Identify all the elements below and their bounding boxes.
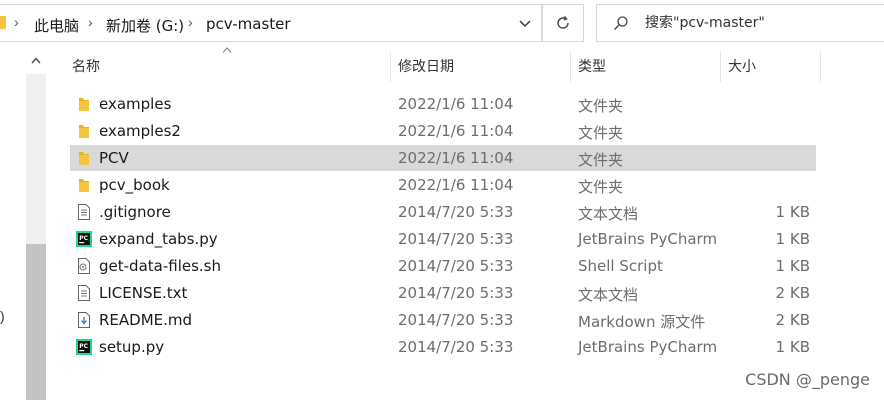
breadcrumb-current-folder[interactable]: pcv-master: [206, 15, 291, 33]
folder-icon: [75, 122, 93, 140]
refresh-icon: [557, 16, 569, 29]
chevron-right-icon[interactable]: ›: [88, 14, 93, 30]
file-modified-date: 2014/7/20 5:33: [398, 257, 514, 275]
file-type: 文件夹: [578, 151, 624, 169]
file-row[interactable]: pcv_book 2022/1/6 11:04 文件夹: [70, 172, 816, 198]
file-name: README.md: [99, 311, 193, 329]
file-type: 文件夹: [578, 124, 624, 142]
file-name: examples2: [99, 122, 181, 140]
column-divider[interactable]: [720, 52, 721, 82]
chevron-right-icon[interactable]: ›: [14, 14, 19, 30]
file-modified-date: 2014/7/20 5:33: [398, 203, 514, 221]
breadcrumb-this-pc[interactable]: 此电脑: [34, 15, 79, 36]
text-file-icon: [75, 203, 93, 221]
file-row[interactable]: examples 2022/1/6 11:04 文件夹: [70, 91, 816, 117]
scrollbar-thumb[interactable]: [26, 244, 46, 400]
file-row[interactable]: get-data-files.sh 2014/7/20 5:33 Shell S…: [70, 253, 816, 279]
search-box[interactable]: [596, 4, 884, 42]
file-name: .gitignore: [99, 203, 171, 221]
file-size: 1 KB: [775, 230, 810, 248]
file-type: 文本文档: [578, 205, 639, 223]
file-row[interactable]: .gitignore 2014/7/20 5:33 文本文档 1 KB: [70, 199, 816, 225]
file-type: 文件夹: [578, 178, 624, 196]
svg-text:PC: PC: [79, 235, 88, 242]
file-type: Shell Script: [578, 257, 663, 275]
column-header-size[interactable]: 大小: [722, 52, 820, 82]
markdown-file-icon: [75, 311, 93, 329]
file-size: 1 KB: [775, 257, 810, 275]
refresh-button[interactable]: [542, 4, 584, 42]
address-bar[interactable]: › 此电脑 › 新加卷 (G:) › pcv-master: [0, 4, 542, 42]
navigation-item-fragment[interactable]: ): [0, 308, 5, 324]
file-row[interactable]: examples2 2022/1/6 11:04 文件夹: [70, 118, 816, 144]
shell-script-icon: [75, 257, 93, 275]
file-row[interactable]: LICENSE.txt 2014/7/20 5:33 文本文档 2 KB: [70, 280, 816, 306]
file-type: 文件夹: [578, 97, 624, 115]
file-row[interactable]: PC expand_tabs.py 2014/7/20 5:33 JetBrai…: [70, 226, 816, 252]
svg-text:PC: PC: [79, 343, 88, 350]
breadcrumb-drive[interactable]: 新加卷 (G:): [106, 15, 184, 36]
watermark: CSDN @_penge: [745, 370, 870, 389]
address-history-dropdown[interactable]: [508, 5, 542, 43]
file-row[interactable]: PC setup.py 2014/7/20 5:33 JetBrains PyC…: [70, 334, 816, 360]
file-modified-date: 2014/7/20 5:33: [398, 230, 514, 248]
file-modified-date: 2014/7/20 5:33: [398, 311, 514, 329]
file-modified-date: 2022/1/6 11:04: [398, 176, 514, 194]
folder-icon: [0, 16, 6, 29]
pycharm-file-icon: PC: [75, 338, 93, 356]
file-name: pcv_book: [99, 176, 170, 194]
scroll-up-button[interactable]: [26, 46, 46, 74]
file-size: 1 KB: [775, 203, 810, 221]
column-header-type[interactable]: 类型: [572, 52, 720, 82]
file-modified-date: 2022/1/6 11:04: [398, 149, 514, 167]
folder-icon: [75, 176, 93, 194]
column-header-name[interactable]: 名称: [66, 52, 390, 82]
search-icon: [614, 16, 628, 30]
scrollbar-track[interactable]: [26, 74, 46, 244]
file-size: 2 KB: [775, 311, 810, 329]
file-row[interactable]: PCV 2022/1/6 11:04 文件夹: [70, 145, 816, 171]
file-name: get-data-files.sh: [99, 257, 221, 275]
file-size: 1 KB: [775, 338, 810, 356]
file-row[interactable]: README.md 2014/7/20 5:33 Markdown 源文件 2 …: [70, 307, 816, 333]
file-modified-date: 2014/7/20 5:33: [398, 284, 514, 302]
file-name: setup.py: [99, 338, 165, 356]
search-input[interactable]: [645, 13, 875, 33]
pycharm-file-icon: PC: [75, 230, 93, 248]
file-size: 2 KB: [775, 284, 810, 302]
file-name: LICENSE.txt: [99, 284, 188, 302]
file-modified-date: 2022/1/6 11:04: [398, 122, 514, 140]
file-name: examples: [99, 95, 172, 113]
chevron-down-icon: [519, 20, 531, 27]
file-modified-date: 2014/7/20 5:33: [398, 338, 514, 356]
file-modified-date: 2022/1/6 11:04: [398, 95, 514, 113]
text-file-icon: [75, 284, 93, 302]
file-type: JetBrains PyCharm: [578, 230, 718, 248]
column-divider[interactable]: [390, 52, 391, 82]
file-name: PCV: [99, 149, 129, 167]
chevron-right-icon[interactable]: ›: [188, 14, 193, 30]
column-header-date[interactable]: 修改日期: [392, 52, 570, 82]
folder-icon: [75, 95, 93, 113]
file-name: expand_tabs.py: [99, 230, 218, 248]
file-type: Markdown 源文件: [578, 313, 706, 331]
file-type: 文本文档: [578, 286, 639, 304]
column-divider[interactable]: [820, 52, 821, 82]
column-divider[interactable]: [570, 52, 571, 82]
chevron-up-icon: [31, 56, 41, 63]
folder-icon: [75, 149, 93, 167]
file-type: JetBrains PyCharm: [578, 338, 718, 356]
navigation-pane[interactable]: [0, 46, 26, 400]
